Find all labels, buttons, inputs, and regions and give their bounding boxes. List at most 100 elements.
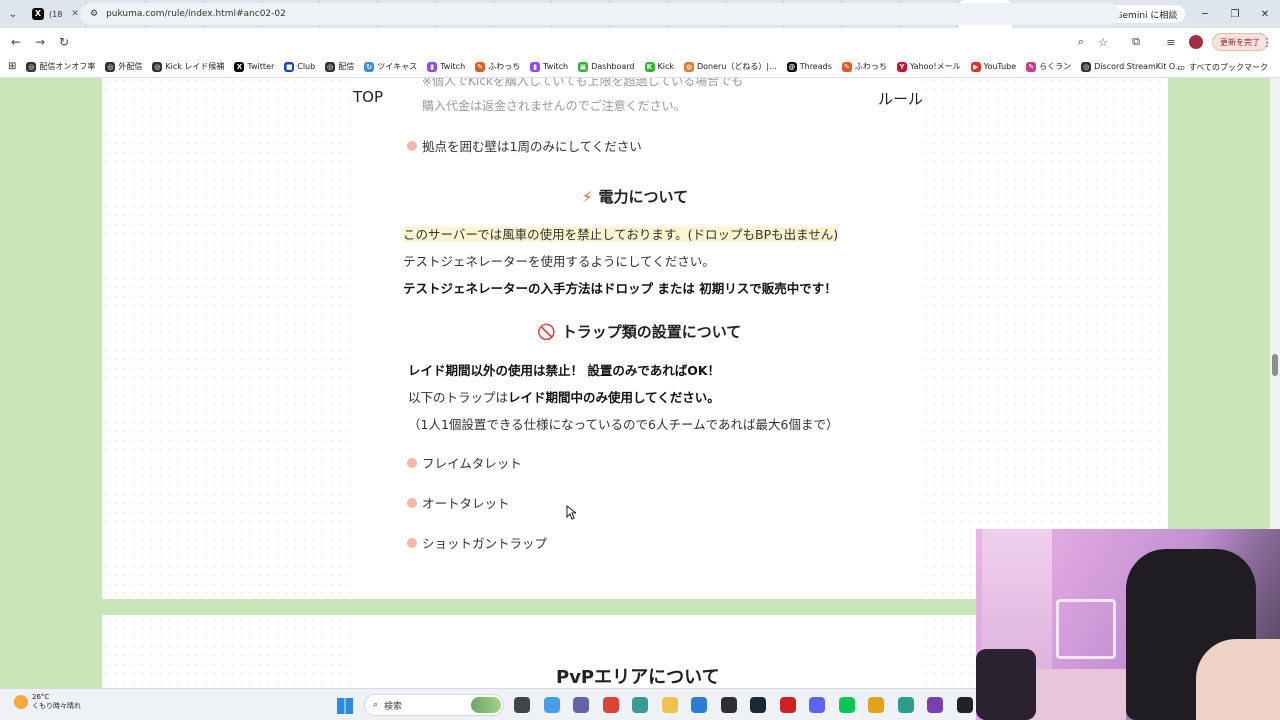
nav-rule-link[interactable]: ルール (878, 88, 923, 109)
terminal-icon[interactable] (956, 697, 973, 713)
line-icon[interactable] (838, 697, 855, 713)
bookmark-favicon-icon: ▮ (427, 61, 438, 72)
bookmark-item[interactable]: Y Yahoo!メール (896, 61, 961, 72)
nav-top-link[interactable]: TOP (353, 88, 383, 106)
prohibited-icon: 🚫 (537, 322, 556, 341)
discord-icon[interactable] (809, 697, 825, 713)
recorder-icon[interactable] (779, 697, 796, 713)
all-bookmarks-label: すべてのブックマーク (1188, 62, 1268, 72)
explorer-icon[interactable] (661, 697, 678, 713)
bullet-dot-icon (407, 537, 417, 548)
bookmark-item[interactable]: ◎ Kick レイド候補 (152, 61, 224, 72)
trap-line1: レイド期間以外の使用は禁止！ 設置のみであればOK！ (408, 360, 720, 379)
bullet-dot-icon (407, 497, 417, 508)
search-icon: ⌕ (373, 700, 379, 710)
lightning-icon: ⚡ (582, 187, 593, 206)
site-info-icon[interactable]: ⚙ (90, 9, 98, 19)
bookmark-star-icon[interactable]: ☆ (1092, 28, 1114, 56)
taskbar: 26°C くもり時々晴れ ⌕ 検索 (0, 688, 976, 720)
coin-icon[interactable] (868, 697, 884, 713)
maximize-icon[interactable]: ❐ (1220, 0, 1250, 28)
profile-avatar[interactable] (1189, 35, 1203, 49)
bookmark-label: Twitch (440, 62, 466, 71)
bookmark-item[interactable]: ▣ Dashboard (578, 61, 635, 72)
webcam-bag (976, 649, 1036, 720)
list-item: 拠点を囲む壁は1周のみにしてください (407, 136, 642, 155)
bookmark-label: 配信オンオフ率 (39, 62, 96, 71)
bullet-dot-icon (407, 457, 417, 468)
bookmark-item[interactable]: @ Threads (786, 61, 832, 72)
bookmark-item[interactable]: X Twitter (234, 61, 274, 72)
bookmark-item[interactable]: ▶ YouTube (970, 61, 1016, 72)
bookmark-item[interactable]: ◎ 配信オンオフ率 (26, 61, 95, 72)
bookmark-item[interactable]: ◎ Discord StreamKit O... (1081, 61, 1182, 72)
all-bookmarks-button[interactable]: ▭ すべてのブックマーク (1177, 56, 1268, 78)
bookmark-item[interactable]: ◍ Doneru（どねる）|... (684, 61, 777, 72)
bookmark-item[interactable]: ↻ ツイキャス (364, 61, 417, 72)
bookmark-item[interactable]: K Kick (644, 61, 675, 72)
folder-icon: ▭ (1177, 62, 1185, 72)
search-placeholder: 検索 (384, 701, 403, 712)
bookmark-item[interactable]: ▮ Twitch (530, 61, 568, 72)
bookmark-favicon-icon: X (234, 61, 245, 72)
weather-cloud-sun-icon (14, 695, 28, 709)
bookmark-label: Kick (657, 62, 675, 71)
bookmark-item[interactable]: ◎ 配信 (325, 61, 354, 72)
weather-widget[interactable]: 26°C くもり時々晴れ (14, 693, 81, 711)
bookmark-favicon-icon: ◎ (325, 61, 336, 72)
scroll-thumb[interactable] (1272, 354, 1278, 376)
steam-icon[interactable] (750, 697, 766, 713)
file-icon[interactable] (514, 697, 530, 713)
teams-icon[interactable] (573, 697, 589, 713)
list-item: フレイムタレット (407, 453, 522, 472)
bookmark-favicon-icon: ◎ (105, 61, 116, 72)
bookmark-item[interactable]: ✎ らくラン (1026, 61, 1071, 72)
bookmark-favicon-icon: ▣ (578, 61, 589, 72)
bookmark-favicon-icon: Y (896, 61, 907, 72)
store-icon[interactable] (691, 697, 707, 713)
bookmark-favicon-icon: ■ (284, 61, 295, 72)
bookmark-label: ふわっち (488, 62, 521, 71)
reload-icon[interactable]: ↻ (52, 35, 76, 49)
taskbar-search[interactable]: ⌕ 検索 (364, 694, 504, 716)
bookmark-favicon-icon: ◎ (26, 61, 37, 72)
tab-search-chevron-icon[interactable]: ⌄ (0, 0, 26, 28)
tab-x[interactable]: X (18 ✕ (26, 0, 86, 28)
zoom-icon[interactable]: ⌕ (1070, 28, 1092, 56)
notes-icon[interactable] (897, 697, 914, 713)
refund-note-line1: ※個人でKickを購入していても上限を超過している場合でも (422, 78, 744, 88)
tab-close-icon[interactable]: ✕ (71, 9, 79, 19)
edge-icon[interactable] (632, 697, 648, 713)
copilot-icon[interactable] (543, 697, 560, 713)
minimize-icon[interactable]: ─ (1190, 0, 1220, 28)
bookmark-favicon-icon: ◎ (152, 61, 163, 72)
obs-icon[interactable] (720, 697, 737, 713)
url-text: pukuma.com/rule/index.html#anc02-02 (106, 9, 286, 19)
trap-line3: （1人1個設置できる仕様になっているので6人チームであれば最大6個まで） (408, 417, 839, 432)
trap-line2-pre: 以下のトラップは (408, 390, 509, 405)
bookmark-item[interactable]: ▮ Twitch (427, 61, 465, 72)
bookmark-label: 配信 (338, 62, 355, 71)
chrome-icon[interactable] (602, 697, 619, 713)
reading-list-icon[interactable]: ≡ (1160, 28, 1182, 56)
menu-icon[interactable]: ⋮ (1256, 28, 1278, 56)
list-item: オートタレット (407, 493, 510, 512)
back-icon[interactable]: ← (4, 35, 28, 49)
windows-start-icon[interactable] (337, 698, 353, 714)
power-line3: テストジェネレーターの入手方法はドロップ または 初期リスで販売中です！ (403, 278, 837, 297)
trap-line2-bold: レイド期間中のみ使用してください。 (508, 390, 720, 405)
bookmark-item[interactable]: ✎ ふわっち (841, 61, 887, 72)
apps-grid-icon[interactable]: ⊞ (8, 61, 16, 72)
bookmark-favicon-icon: K (644, 61, 655, 72)
bookmark-favicon-icon: ◎ (1081, 61, 1092, 72)
address-bar[interactable]: ⚙ pukuma.com/rule/index.html#anc02-02 (80, 3, 1120, 25)
forward-icon[interactable]: → (28, 35, 52, 49)
bookmark-item[interactable]: ✎ ふわっち (475, 61, 520, 72)
power-heading-text: 電力について (598, 188, 689, 206)
close-window-icon[interactable]: ✕ (1250, 0, 1280, 28)
extensions-icon[interactable]: ⧉ (1125, 28, 1147, 56)
bookmark-item[interactable]: ■ Club (284, 61, 315, 72)
bookmark-label: Twitch (543, 62, 569, 71)
bookmark-item[interactable]: ◎ 外配信 (105, 61, 142, 72)
streamdeck-icon[interactable] (927, 697, 943, 713)
